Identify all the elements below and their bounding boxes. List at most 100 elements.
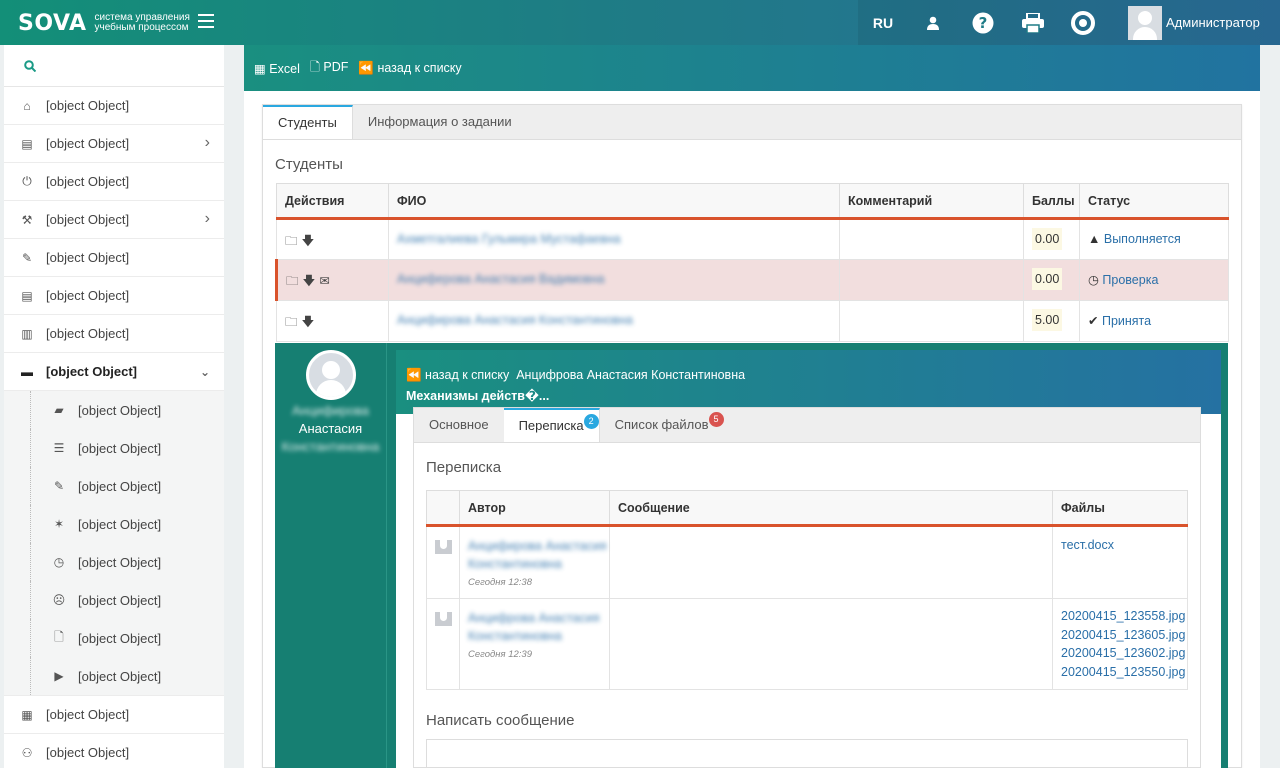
table-row[interactable]: 🗀 🡇 Анцифирова Анастасия Константиновна 5.0… (276, 300, 1229, 342)
detail-back-button[interactable]: ⏪ назад к списку (406, 368, 509, 382)
sidebar-item-label: [object Object] (78, 402, 162, 418)
file-link[interactable]: 20200415_123605.jpg (1061, 626, 1187, 645)
avatar (435, 540, 452, 554)
file-link[interactable]: 20200415_123602.jpg (1061, 644, 1187, 663)
sidebar-item[interactable]: ◷ [object Object] (4, 543, 224, 581)
message-input[interactable] (426, 739, 1188, 768)
student-name-link[interactable]: Анциферова Анастасия Вадимовна (397, 272, 605, 286)
sidebar-item[interactable]: ▤ [object Object] › (4, 125, 224, 163)
clock-icon: ◷ (1088, 273, 1099, 287)
export-excel-button[interactable]: ▦ Excel (254, 61, 300, 76)
sidebar-item-label: [object Object] (78, 630, 162, 646)
tab-main[interactable]: Основное (414, 408, 504, 442)
sidebar-item[interactable]: 🗋 [object Object] (4, 619, 224, 657)
sidebar-item[interactable]: ☰ [object Object] (4, 429, 224, 467)
sidebar-item[interactable]: ☹ [object Object] (4, 581, 224, 619)
file-link[interactable]: 20200415_123550.jpg (1061, 663, 1187, 682)
download-icon[interactable]: 🡇 (303, 274, 316, 288)
language-switch[interactable]: RU (858, 0, 908, 45)
frown-icon: ☹ (52, 593, 66, 607)
correspondence-badge: 2 (583, 414, 599, 429)
status-link[interactable]: Выполняется (1104, 232, 1181, 246)
sidebar-item[interactable]: ✎ [object Object] (4, 239, 224, 277)
pencil-icon: ✎ (53, 479, 65, 493)
sidebar-item[interactable]: ⚒ [object Object] › (4, 201, 224, 239)
sidebar-item-label: [object Object] (46, 745, 130, 760)
column-header[interactable]: Комментарий (839, 183, 1024, 220)
main-tabs: Студенты Информация о задании (263, 105, 1241, 140)
sidebar-item[interactable]: ▤ [object Object] (4, 277, 224, 315)
sidebar-item[interactable]: ▥ [object Object] (4, 315, 224, 353)
sidebar-item-label: [object Object] (78, 554, 162, 570)
column-header[interactable]: Автор (459, 490, 610, 527)
author-name[interactable]: Константиновна (468, 555, 609, 573)
help-icon[interactable]: ? (958, 0, 1008, 45)
sidebar-item-label: [object Object] (46, 212, 130, 227)
sidebar-item[interactable]: ▬ [object Object] ⌄ (4, 353, 224, 391)
author-name[interactable]: Анцифрова Анастасия (468, 609, 609, 627)
message-text (609, 525, 1053, 599)
table-row[interactable]: 🗀 🡇 Ахметгалиева Гульмира Мустафаевна 0.00 ▲… (276, 218, 1229, 260)
menu-toggle-icon[interactable] (198, 14, 214, 28)
tab-students[interactable]: Студенты (263, 105, 353, 139)
sidebar-search[interactable] (4, 45, 224, 87)
sidebar-item[interactable]: ✶ [object Object] (4, 505, 224, 543)
clock-icon: ◷ (53, 555, 65, 569)
mail-icon[interactable]: ✉ (319, 274, 329, 288)
student-name-link[interactable]: Ахметгалиева Гульмира Мустафаевна (397, 232, 621, 246)
tab-files[interactable]: Список файлов 5 (600, 408, 724, 442)
column-header[interactable]: Баллы (1023, 183, 1080, 220)
download-icon[interactable]: 🡇 (302, 315, 315, 329)
asterisk-icon: ✶ (53, 517, 65, 531)
sidebar-item[interactable]: ⏻ [object Object] (4, 163, 224, 201)
desktop-icon: ▬ (21, 364, 33, 379)
sidebar-item[interactable]: ⚇ [object Object] (4, 734, 224, 768)
column-header[interactable]: Действия (276, 183, 389, 220)
user-menu[interactable]: Администратор (1128, 5, 1260, 40)
author-name[interactable]: Константиновна (468, 627, 609, 645)
status-link[interactable]: Принята (1102, 314, 1151, 328)
user-icon[interactable] (908, 0, 958, 45)
logo[interactable]: SOVA система управления учебным процессо… (18, 9, 205, 37)
sidebar-item[interactable]: ▰ [object Object] (4, 391, 224, 429)
logo-tagline: система управления учебным процессом (94, 12, 190, 33)
detail-tabs: Основное Переписка 2 Список файлов 5 (414, 408, 1200, 443)
column-header[interactable]: Статус (1079, 183, 1229, 220)
sidebar-item[interactable]: ▦ [object Object] (4, 696, 224, 734)
avatar (1128, 5, 1162, 40)
column-header[interactable]: Файлы (1052, 490, 1188, 527)
detail-student-name: Анцифрова Анастасия Константиновна (516, 368, 746, 382)
profile-lastname: Анцифирова (292, 403, 369, 418)
folder-icon[interactable]: 🗀 (285, 315, 298, 329)
sidebar-item[interactable]: ✎ [object Object] (4, 467, 224, 505)
column-header[interactable]: Сообщение (609, 490, 1053, 527)
print-icon[interactable] (1008, 0, 1058, 45)
student-profile: Анцифирова Анастасия Константиновна (275, 343, 387, 768)
message-text (609, 598, 1053, 690)
message-time: Сегодня 12:39 (468, 649, 532, 660)
student-name-link[interactable]: Анцифирова Анастасия Константиновна (397, 313, 633, 327)
status-link[interactable]: Проверка (1102, 273, 1158, 287)
avatar (435, 612, 452, 626)
file-link[interactable]: 20200415_123558.jpg (1061, 607, 1187, 626)
comment-cell (839, 259, 1024, 301)
download-icon[interactable]: 🡇 (302, 234, 315, 248)
table-row[interactable]: 🗀 🡇 ✉ Анциферова Анастасия Вадимовна 0.00 ◷ П… (275, 259, 1229, 301)
table-row: Анцифирова Анастасия Константиновна Сегодн… (426, 525, 1188, 599)
tab-correspondence[interactable]: Переписка 2 (503, 408, 600, 442)
bar-chart-icon: ▥ (21, 326, 33, 341)
folder-icon[interactable]: 🗀 (286, 274, 299, 288)
back-to-list-button[interactable]: ⏪ назад к списку (358, 61, 461, 76)
support-lifebuoy-icon[interactable] (1058, 0, 1108, 45)
write-message-title: Написать сообщение (426, 712, 575, 729)
file-link[interactable]: тест.docx (1061, 536, 1187, 555)
sidebar-item[interactable]: ⌂ [object Object] (4, 87, 224, 125)
sidebar-item-label: [object Object] (78, 440, 162, 456)
profile-patronymic: Константиновна (281, 439, 380, 454)
export-pdf-button[interactable]: 🗋 PDF (310, 58, 349, 79)
sidebar-item[interactable]: ▶ [object Object] (4, 657, 224, 695)
column-header[interactable]: ФИО (388, 183, 840, 220)
author-name[interactable]: Анцифирова Анастасия (468, 537, 609, 555)
folder-icon[interactable]: 🗀 (285, 234, 298, 248)
tab-task-info[interactable]: Информация о задании (353, 105, 527, 139)
